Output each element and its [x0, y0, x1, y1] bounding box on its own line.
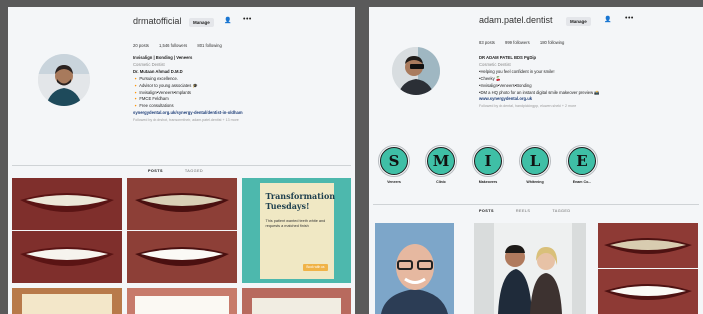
- followed-by-text[interactable]: Followed by dr.dental, handpickingpp, el…: [479, 103, 600, 110]
- profile-tabs: POSTS TAGGED: [148, 169, 203, 173]
- following-count[interactable]: 801 following: [197, 43, 221, 48]
- bio-website-link[interactable]: synergydental.org.uk/synergy-dental/dent…: [133, 110, 243, 117]
- highlight-label: Veneers: [387, 180, 401, 184]
- post-thumbnail[interactable]: [242, 288, 351, 314]
- highlight-ring: S: [378, 145, 410, 177]
- tab-tagged[interactable]: TAGGED: [552, 209, 570, 213]
- followed-by-text[interactable]: Followed by dr.drshot, transormtheir, ad…: [133, 117, 243, 124]
- bio-line-5: 🔸 Advisor to young associates 🎓: [133, 82, 198, 88]
- followers-count[interactable]: 999 followers: [505, 40, 530, 45]
- posts-count[interactable]: 83 posts: [479, 40, 495, 45]
- post-thumbnail[interactable]: [12, 288, 122, 314]
- bio-line-3: Dr. Mutaan Ahmad D.M.D: [133, 68, 183, 74]
- more-options-icon[interactable]: •••: [243, 16, 252, 23]
- manage-button[interactable]: Manage: [566, 17, 591, 26]
- teeth-before-after-image: [598, 223, 698, 314]
- highlight-ring: E: [566, 145, 598, 177]
- manage-button[interactable]: Manage: [189, 18, 214, 27]
- bio-line-1: DR ADAM PATEL BDS PgDip: [479, 55, 537, 60]
- tab-posts[interactable]: POSTS: [148, 169, 163, 173]
- bio-line-6: •DM a HQ photo for an instant digital sm…: [479, 89, 600, 95]
- avatar-photo: [392, 47, 440, 95]
- post-thumbnail[interactable]: [12, 178, 122, 283]
- post-thumbnail[interactable]: [127, 288, 237, 314]
- followers-count[interactable]: 1,546 followers: [159, 43, 187, 48]
- highlight-label: Makeovers: [478, 180, 498, 184]
- highlight-label: Clinic: [436, 180, 446, 184]
- profile-avatar[interactable]: [392, 47, 440, 95]
- profile-username: adam.patel.dentist: [479, 15, 553, 25]
- bio-line-1: Invisalign | Bonding | Veneers: [133, 55, 193, 60]
- highlight-ring: I: [472, 145, 504, 177]
- bio-line-8: 🔸 Free consultations: [133, 103, 174, 109]
- highlight-veneers[interactable]: S Veneers: [378, 145, 410, 184]
- highlight-letter: I: [474, 147, 502, 175]
- transformation-title: Transformation Tuesdays!: [265, 190, 336, 211]
- highlight-ring: L: [519, 145, 551, 177]
- bio-website-link[interactable]: www.synergydental.org.uk: [479, 96, 600, 103]
- highlight-letter: S: [380, 147, 408, 175]
- bio-line-5: •Invisalign•Veneers•Bonding: [479, 82, 532, 88]
- tab-tagged[interactable]: TAGGED: [185, 169, 203, 173]
- profile-stats: 83 posts 999 followers 180 following: [479, 40, 573, 45]
- tabs-divider: [12, 165, 351, 166]
- highlight-clinic[interactable]: M Clinic: [425, 145, 457, 184]
- tab-posts[interactable]: POSTS: [479, 209, 494, 213]
- profile-username: drmatofficial: [133, 16, 182, 26]
- bio-line-2: Cosmetic Dentist: [479, 61, 511, 67]
- clinic-photo-image: [474, 223, 586, 314]
- profile-avatar[interactable]: [38, 54, 90, 106]
- highlight-label: Whitening: [526, 180, 544, 184]
- highlight-label: Enam Co...: [572, 180, 592, 184]
- highlight-letter: E: [568, 147, 596, 175]
- teeth-image: [242, 288, 351, 314]
- bio-line-4: •Cheeky 🍒: [479, 75, 502, 81]
- more-options-icon[interactable]: •••: [625, 15, 634, 22]
- profile-stats: 20 posts 1,546 followers 801 following: [133, 43, 231, 48]
- avatar-photo: [38, 54, 90, 106]
- transformation-body: This patient wanted teeth white and requ…: [265, 218, 326, 228]
- transformation-book-button: Book with us: [303, 263, 328, 271]
- add-user-icon[interactable]: 👤: [604, 16, 611, 23]
- bio-line-4: 🔸 Pursuing excellence.: [133, 75, 179, 81]
- profile-bio: DR ADAM PATEL BDS PgDip Cosmetic Dentist…: [479, 55, 600, 110]
- transformation-post[interactable]: Transformation Tuesdays! This patient wa…: [242, 178, 351, 283]
- highlight-letter: M: [427, 147, 455, 175]
- highlight-enamel[interactable]: E Enam Co...: [566, 145, 598, 184]
- teeth-image: [12, 288, 122, 314]
- posts-count[interactable]: 20 posts: [133, 43, 149, 48]
- teeth-before-after-image: [12, 178, 122, 283]
- profile-tabs: POSTS REELS TAGGED: [479, 209, 570, 213]
- highlight-whitening[interactable]: L Whitening: [519, 145, 551, 184]
- following-count[interactable]: 180 following: [540, 40, 564, 45]
- profile-panel-right: adam.patel.dentist Manage 👤 ••• 83 posts…: [369, 7, 703, 314]
- highlight-makeovers[interactable]: I Makeovers: [472, 145, 504, 184]
- highlight-ring: M: [425, 145, 457, 177]
- post-thumbnail[interactable]: [598, 223, 698, 314]
- bio-line-3: •Helping you feel confident in your smil…: [479, 68, 555, 74]
- profile-bio: Invisalign | Bonding | Veneers Cosmetic …: [133, 55, 243, 124]
- profile-panel-left: drmatofficial Manage 👤 ••• 20 posts 1,54…: [8, 7, 355, 314]
- post-thumbnail[interactable]: [127, 178, 237, 283]
- tab-reels[interactable]: REELS: [516, 209, 530, 213]
- tabs-divider: [373, 204, 699, 205]
- teeth-before-after-image: [127, 178, 237, 283]
- post-thumbnail[interactable]: [375, 223, 454, 314]
- teeth-image: [127, 288, 237, 314]
- post-thumbnail[interactable]: [474, 223, 586, 314]
- man-with-glasses-image: [375, 223, 454, 314]
- bio-line-6: 🔸 Invisalign•Veneers•Implants: [133, 89, 191, 95]
- bio-line-2: Cosmetic Dentist: [133, 61, 165, 67]
- highlight-letter: L: [521, 147, 549, 175]
- bio-line-7: 🔸 FMCE Feldham: [133, 96, 169, 102]
- add-user-icon[interactable]: 👤: [224, 17, 231, 24]
- transformation-card: Transformation Tuesdays! This patient wa…: [259, 182, 336, 279]
- story-highlights: S Veneers M Clinic I Makeovers L Whiteni…: [378, 145, 598, 184]
